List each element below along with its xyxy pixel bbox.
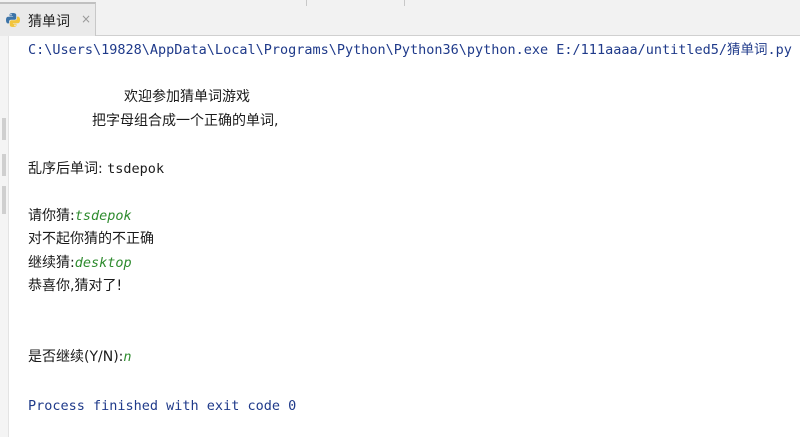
gutter-marker (2, 154, 6, 176)
python-file-icon (6, 13, 20, 27)
guess-line-1: 请你猜:tsdepok (28, 206, 132, 226)
editor-tab-bar: 猜单词 × (0, 0, 800, 36)
guess-prompt-2: 继续猜: (28, 255, 75, 271)
correct-message: 恭喜你,猜对了! (28, 278, 123, 294)
close-icon[interactable]: × (80, 13, 92, 25)
user-input-guess-2: desktop (74, 255, 132, 271)
tab-bar-divider (404, 0, 405, 6)
gutter-marker (2, 186, 6, 214)
tab-label: 猜单词 (28, 14, 70, 30)
continue-line: 是否继续(Y/N):n (28, 347, 132, 367)
instruction-line: 把字母组合成一个正确的单词, (92, 113, 279, 129)
scrambled-label: 乱序后单词: (28, 161, 108, 177)
exit-message: Process finished with exit code 0 (28, 398, 297, 414)
scrambled-line: 乱序后单词: tsdepok (28, 159, 164, 179)
user-input-guess-1: tsdepok (74, 208, 132, 224)
user-input-continue: n (123, 349, 132, 365)
tab-guess-word[interactable]: 猜单词 × (0, 2, 96, 36)
guess-line-2: 继续猜:desktop (28, 253, 132, 273)
wrong-message: 对不起你猜的不正确 (28, 231, 154, 247)
scrambled-word: tsdepok (107, 161, 165, 177)
command-line: C:\Users\19828\AppData\Local\Programs\Py… (28, 42, 792, 58)
run-console-output[interactable]: C:\Users\19828\AppData\Local\Programs\Py… (28, 36, 800, 437)
continue-prompt: 是否继续(Y/N): (28, 349, 124, 365)
console-gutter (0, 36, 9, 437)
gutter-marker (2, 118, 6, 140)
tab-bar-divider (306, 0, 307, 6)
welcome-line: 欢迎参加猜单词游戏 (124, 89, 250, 105)
guess-prompt-1: 请你猜: (28, 208, 75, 224)
